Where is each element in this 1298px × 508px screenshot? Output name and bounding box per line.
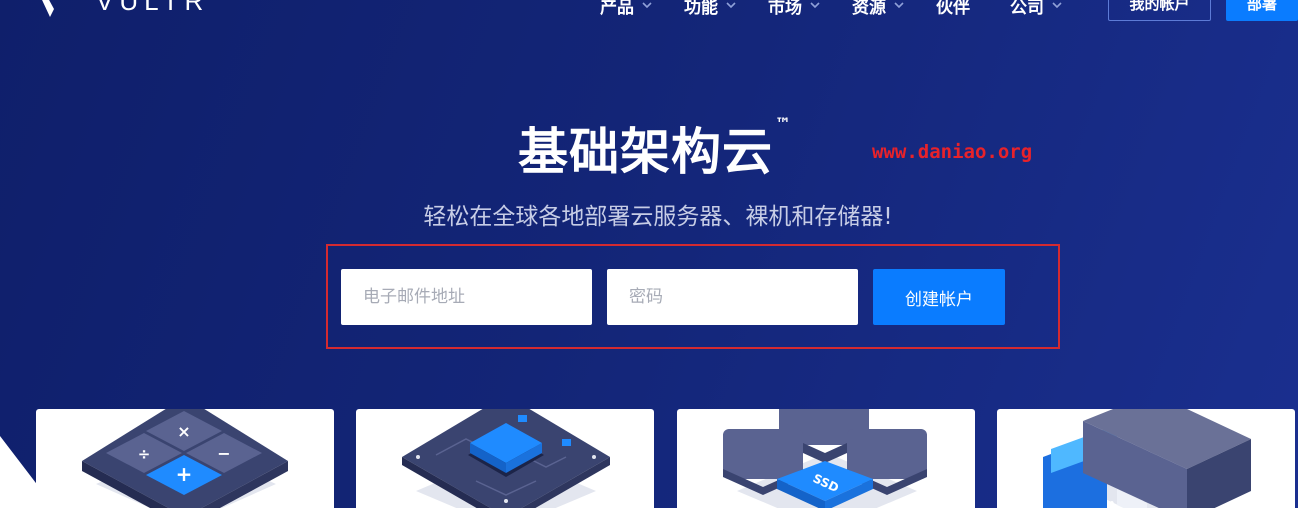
nav-item-marketplace[interactable]: 市场: [768, 0, 822, 19]
feature-card-compute[interactable]: × ÷ − +: [36, 409, 334, 508]
chip-icon: [402, 409, 610, 508]
chevron-down-icon: [1052, 2, 1062, 9]
chevron-down-icon: [642, 2, 652, 9]
nav-item-partners[interactable]: 伙伴: [936, 0, 970, 19]
nav-label: 市场: [768, 0, 802, 18]
hero-title: 基础架构云 ™: [0, 112, 1298, 184]
multiply-symbol: ×: [177, 422, 190, 441]
feature-card-object-storage[interactable]: ♣: [997, 409, 1295, 508]
password-field[interactable]: [607, 269, 858, 325]
chevron-down-icon: [810, 2, 820, 9]
my-account-button[interactable]: 我的帐户: [1108, 0, 1211, 21]
logo-text: VULTR: [96, 0, 210, 16]
calculator-icon: × ÷ − +: [82, 409, 288, 508]
feature-card-bare-metal[interactable]: [356, 409, 654, 508]
storage-icon: ♣: [1043, 409, 1251, 508]
ssd-icon: SSD: [723, 409, 927, 508]
nav-label: 伙伴: [936, 0, 970, 18]
main-nav: 产品 功能 市场 资源 伙伴 公司: [600, 0, 1094, 19]
nav-label: 产品: [600, 0, 634, 18]
nav-item-features[interactable]: 功能: [684, 0, 738, 19]
vultr-logo[interactable]: VULTR: [36, 0, 209, 17]
nav-label: 资源: [852, 0, 886, 18]
hero-title-text: 基础架构云: [518, 123, 773, 181]
deploy-button[interactable]: 部署: [1226, 0, 1298, 21]
nav-label: 公司: [1010, 0, 1044, 18]
feature-card-block-storage[interactable]: SSD: [677, 409, 975, 508]
chevron-down-icon: [894, 2, 904, 9]
divide-symbol: ÷: [138, 445, 151, 463]
vultr-logo-icon: [42, 0, 54, 17]
chevron-down-icon: [726, 2, 736, 9]
watermark-text: www.daniao.org: [872, 141, 1033, 163]
email-field[interactable]: [341, 269, 592, 325]
svg-text:♣: ♣: [1107, 499, 1117, 508]
nav-item-products[interactable]: 产品: [600, 0, 654, 19]
nav-label: 功能: [684, 0, 718, 18]
nav-item-resources[interactable]: 资源: [852, 0, 906, 19]
nav-item-company[interactable]: 公司: [1010, 0, 1064, 19]
hero-subtitle: 轻松在全球各地部署云服务器、裸机和存储器!: [423, 204, 893, 230]
plus-symbol: +: [176, 462, 193, 486]
trademark-symbol: ™: [775, 114, 792, 134]
minus-symbol: −: [217, 444, 230, 463]
create-account-button[interactable]: 创建帐户: [873, 269, 1005, 325]
